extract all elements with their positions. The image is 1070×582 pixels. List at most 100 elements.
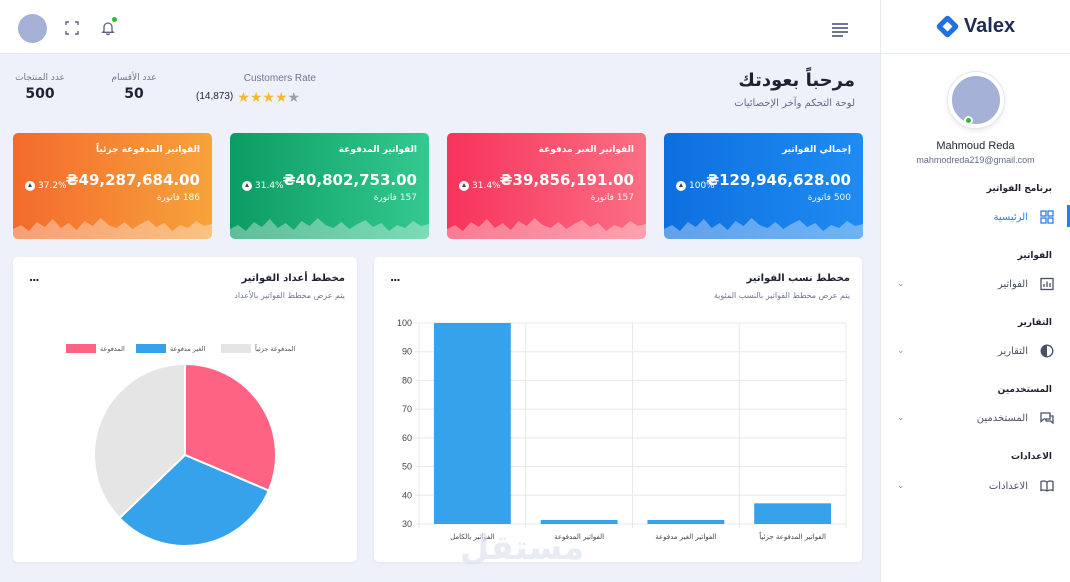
kpi-title: الفواتير المدفوعة: [338, 145, 417, 155]
y-tick-label: 70: [402, 404, 412, 414]
nav-category-invoice-program: برنامج الفواتير: [986, 184, 1052, 194]
bar[interactable]: [754, 503, 832, 524]
chevron-down-icon[interactable]: ⌄: [897, 413, 905, 423]
arrow-up-icon: [25, 181, 35, 191]
sidebar-item-home[interactable]: الرئيسية: [881, 207, 1070, 227]
legend-label: المدفوعة: [100, 345, 125, 353]
kpi-title: إجمالي الفواتير: [782, 145, 851, 155]
y-tick-label: 60: [402, 433, 412, 443]
y-tick-label: 50: [402, 462, 412, 472]
bell-icon: [101, 22, 115, 36]
kpi-percent: 31.4%: [472, 181, 501, 191]
kpi-count: 186 فاتورة: [156, 193, 200, 203]
sidebar-item-settings[interactable]: الاعدادات ⌄: [881, 476, 1070, 496]
pie-chart: المدفوعة الغير مدفوعة المدفوعة جزئياً: [66, 344, 295, 547]
customers-rate-label: Customers Rate: [243, 73, 316, 84]
user-avatar[interactable]: [18, 14, 47, 43]
kpi-total-invoices[interactable]: إجمالي الفواتير ₴129,946,628.00 500 فاتو…: [664, 133, 863, 239]
kpi-sparkline: [13, 218, 212, 239]
kpi-count: 157 فاتورة: [373, 193, 417, 203]
invoice-icon: [1038, 275, 1056, 293]
star-icon: ★: [249, 90, 263, 106]
bar[interactable]: [647, 519, 725, 524]
star-icon: ★: [274, 90, 288, 106]
logo-icon: [935, 13, 960, 39]
bar[interactable]: [433, 323, 511, 524]
sidebar-profile: Mahmoud Reda mahmodreda219@gmail.com: [881, 54, 1070, 165]
y-tick-label: 40: [402, 490, 412, 500]
legend-swatch: [66, 344, 96, 353]
sidebar-item-label: التقارير: [997, 345, 1028, 357]
sidebar: Valex Mahmoud Reda mahmodreda219@gmail.c…: [880, 0, 1070, 582]
bar[interactable]: [540, 519, 618, 524]
kpi-count: 500 فاتورة: [807, 193, 851, 203]
fullscreen-icon[interactable]: [64, 20, 80, 36]
star-icon: ★: [237, 90, 250, 106]
menu-icon[interactable]: [832, 23, 848, 39]
nav-category-invoices: الفواتير: [1017, 251, 1052, 261]
sidebar-item-users[interactable]: المستخدمين ⌄: [881, 408, 1070, 428]
kpi-sparkline: [447, 218, 646, 239]
arrow-up-icon: [242, 181, 252, 191]
chevron-down-icon[interactable]: ⌄: [897, 481, 905, 491]
sidebar-item-reports[interactable]: التقارير ⌄: [881, 341, 1070, 361]
stat-value: 50: [124, 86, 144, 102]
page-title: مرحباً بعودتك: [738, 70, 855, 91]
bar-chart: 30405060708090100الفواتير بالكامل الفواتي…: [397, 318, 847, 541]
notification-button[interactable]: [100, 17, 117, 36]
kpi-amount: ₴129,946,628.00: [706, 171, 851, 189]
kpi-unpaid-invoices[interactable]: الفواتير الغير مدفوعة ₴39,856,191.00 157…: [447, 133, 646, 239]
x-tick-label: الفواتير المدفوعة جزئياً: [759, 531, 826, 541]
kpi-count: 157 فاتورة: [590, 193, 634, 203]
kpi-percent: 100%: [689, 181, 715, 191]
sidebar-item-label: المستخدمين: [976, 412, 1028, 424]
page-subtitle: لوحة التحكم وآخر الإحصائيات: [734, 98, 855, 109]
chevron-down-icon[interactable]: ⌄: [897, 346, 905, 356]
dashboard-icon: [1038, 208, 1056, 226]
y-tick-label: 80: [402, 375, 412, 385]
chat-icon: [1038, 409, 1056, 427]
sidebar-item-label: الرئيسية: [993, 211, 1028, 223]
legend-label: المدفوعة جزئياً: [254, 344, 295, 353]
legend-label: الغير مدفوعة: [170, 345, 205, 353]
legend-swatch: [136, 344, 166, 353]
top-header: [0, 0, 880, 54]
customers-count: (14,873): [196, 91, 234, 102]
star-icon: ★: [262, 90, 275, 106]
y-tick-label: 100: [397, 318, 412, 328]
kpi-title: الفواتير المدفوعة جزئياً: [96, 145, 200, 155]
stat-value: 500: [25, 86, 55, 102]
kpi-percent: 37.2%: [38, 181, 67, 191]
kpi-amount: ₴40,802,753.00: [282, 171, 417, 189]
bar-chart-panel: مخطط نسب الفواتير يتم عرض مخطط الفواتير …: [374, 257, 862, 562]
chevron-down-icon[interactable]: ⌄: [897, 279, 905, 289]
arrow-up-icon: [676, 181, 686, 191]
kpi-amount: ₴39,856,191.00: [499, 171, 634, 189]
pie-icon: [1038, 342, 1056, 360]
sidebar-item-invoices[interactable]: الفواتير ⌄: [881, 274, 1070, 294]
kpi-paid-invoices[interactable]: الفواتير المدفوعة ₴40,802,753.00 157 فات…: [230, 133, 429, 239]
book-icon: [1038, 477, 1056, 495]
notification-dot: [112, 17, 117, 22]
kpi-sparkline: [230, 218, 429, 239]
online-status-dot: [963, 116, 973, 125]
brand-name: Valex: [963, 15, 1016, 37]
profile-email: mahmodreda219@gmail.com: [916, 155, 1035, 165]
customers-rate: Customers Rate (14,873) ★★★★★: [196, 73, 316, 106]
brand-logo[interactable]: Valex: [881, 0, 1070, 54]
profile-avatar[interactable]: [947, 72, 1004, 128]
stat-products: عدد المنتجات 500: [10, 73, 70, 102]
kpi-title: الفواتير الغير مدفوعة: [538, 145, 634, 155]
legend-swatch: [221, 344, 251, 353]
sidebar-item-label: الفواتير: [997, 278, 1028, 290]
profile-name: Mahmoud Reda: [936, 140, 1015, 152]
stat-label: عدد المنتجات: [15, 73, 65, 83]
sidebar-item-label: الاعدادات: [988, 480, 1028, 492]
arrow-up-icon: [459, 181, 469, 191]
kpi-amount: ₴49,287,684.00: [65, 171, 200, 189]
pie-chart-panel: مخطط أعداد الفواتير يتم عرض مخطط الفواتي…: [13, 257, 357, 562]
kpi-partially-paid-invoices[interactable]: الفواتير المدفوعة جزئياً ₴49,287,684.00 …: [13, 133, 212, 239]
nav-category-users: المستخدمين: [997, 385, 1052, 395]
stat-label: عدد الأقسام: [111, 73, 157, 83]
kpi-sparkline: [664, 218, 863, 239]
